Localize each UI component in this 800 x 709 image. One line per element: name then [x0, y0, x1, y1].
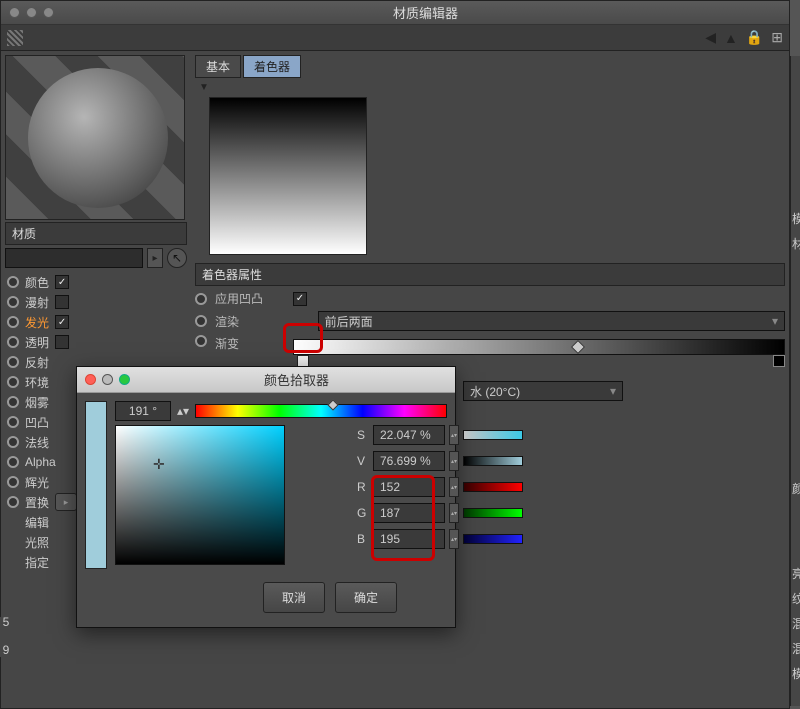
up-arrow-icon[interactable]: ▲	[724, 30, 738, 46]
material-section-label: 材质	[5, 222, 187, 245]
b-input[interactable]: 195	[373, 529, 445, 549]
shader-preview[interactable]	[209, 97, 367, 255]
v-slider[interactable]	[463, 456, 523, 466]
lock-icon[interactable]: 🔒	[746, 29, 763, 46]
radio-icon[interactable]	[195, 293, 207, 305]
strip-item[interactable]: 混	[791, 611, 800, 636]
checkbox[interactable]	[55, 335, 69, 349]
annotation-highlight	[283, 323, 323, 353]
r-input[interactable]: 152	[373, 477, 445, 497]
expand-icon[interactable]: ▼	[199, 82, 785, 93]
g-slider[interactable]	[463, 508, 523, 518]
stepper[interactable]: ▴▾	[449, 503, 459, 523]
maximize-icon[interactable]	[43, 7, 54, 18]
picker-titlebar[interactable]: 颜色拾取器	[77, 367, 455, 393]
radio-icon[interactable]	[195, 335, 207, 347]
window-title: 材质编辑器	[62, 3, 789, 22]
picker-cursor-icon[interactable]: ↖	[167, 248, 187, 268]
close-icon[interactable]	[85, 374, 96, 385]
gradient-midpoint-handle[interactable]	[571, 340, 585, 354]
strip-item[interactable]: 颜	[791, 476, 800, 501]
render-label: 渲染	[215, 313, 285, 330]
render-select[interactable]: 前后两面	[318, 311, 785, 331]
color-picker-dialog: 颜色拾取器 191 ° ▴▾ ✛ S22.047 %▴▾ V76.699 %▴▾…	[76, 366, 456, 628]
hue-input[interactable]: 191 °	[115, 401, 171, 421]
tab-basic[interactable]: 基本	[195, 55, 241, 78]
ok-button[interactable]: 确定	[335, 582, 397, 613]
prop-diffuse[interactable]: 漫射	[5, 292, 187, 312]
material-preview[interactable]	[5, 55, 185, 220]
v-input[interactable]: 76.699 %	[373, 451, 445, 471]
strip-item[interactable]: 模	[791, 206, 800, 231]
strip-item[interactable]: 混	[791, 636, 800, 661]
toolbar: ◀ ▲ 🔒 ⊞	[1, 25, 789, 51]
minimize-icon[interactable]	[102, 374, 113, 385]
checkbox[interactable]: ✓	[55, 315, 69, 329]
grid-icon[interactable]	[7, 30, 23, 46]
strip-item[interactable]: 纹	[791, 586, 800, 611]
add-icon[interactable]: ⊞	[771, 29, 783, 46]
material-name-input[interactable]	[5, 248, 143, 268]
hue-knob-icon[interactable]	[327, 399, 338, 410]
picker-title: 颜色拾取器	[138, 370, 455, 389]
radio-icon[interactable]	[195, 315, 207, 327]
checkbox[interactable]: ✓	[55, 275, 69, 289]
play-icon[interactable]: ▸	[55, 493, 77, 511]
main-titlebar: 材质编辑器	[1, 1, 789, 25]
strip-item[interactable]: 模	[791, 661, 800, 686]
s-slider[interactable]	[463, 430, 523, 440]
right-sidebar-strip: 模 材 颜 亮 纹 混 混 模	[790, 56, 800, 706]
g-input[interactable]: 187	[373, 503, 445, 523]
hue-stepper[interactable]: ▴▾	[177, 404, 189, 418]
stepper[interactable]: ▴▾	[449, 477, 459, 497]
gradient-label: 渐变	[215, 335, 285, 352]
left-gutter-numbers: 5 9	[0, 617, 12, 657]
back-arrow-icon[interactable]: ◀	[705, 29, 716, 46]
prop-color[interactable]: 颜色✓	[5, 272, 187, 292]
prop-transparency[interactable]: 透明	[5, 332, 187, 352]
sv-picker-area[interactable]: ✛	[115, 425, 285, 565]
gradient-bar[interactable]	[293, 339, 785, 355]
stepper[interactable]: ▴▾	[449, 451, 459, 471]
maximize-icon[interactable]	[119, 374, 130, 385]
shader-props-heading: 着色器属性	[195, 263, 785, 286]
s-input[interactable]: 22.047 %	[373, 425, 445, 445]
tab-shader[interactable]: 着色器	[243, 55, 301, 78]
minimize-icon[interactable]	[26, 7, 37, 18]
stepper[interactable]: ▴▾	[449, 425, 459, 445]
r-slider[interactable]	[463, 482, 523, 492]
preset-select[interactable]: 水 (20°C)	[463, 381, 623, 401]
b-slider[interactable]	[463, 534, 523, 544]
cancel-button[interactable]: 取消	[263, 582, 325, 613]
strip-item[interactable]: 材	[791, 231, 800, 256]
bump-label: 应用凹凸	[215, 290, 285, 307]
checkbox[interactable]	[55, 295, 69, 309]
stepper[interactable]: ▴▾	[449, 529, 459, 549]
strip-item[interactable]: 亮	[791, 561, 800, 586]
material-dropdown-icon[interactable]: ▸	[147, 248, 163, 268]
prop-luminance[interactable]: 发光✓	[5, 312, 187, 332]
bump-checkbox[interactable]: ✓	[293, 292, 307, 306]
gradient-stop-right[interactable]	[773, 355, 785, 367]
hue-slider[interactable]	[195, 404, 447, 418]
color-swatch[interactable]	[85, 401, 107, 569]
close-icon[interactable]	[9, 7, 20, 18]
sv-cursor-icon: ✛	[153, 458, 165, 470]
